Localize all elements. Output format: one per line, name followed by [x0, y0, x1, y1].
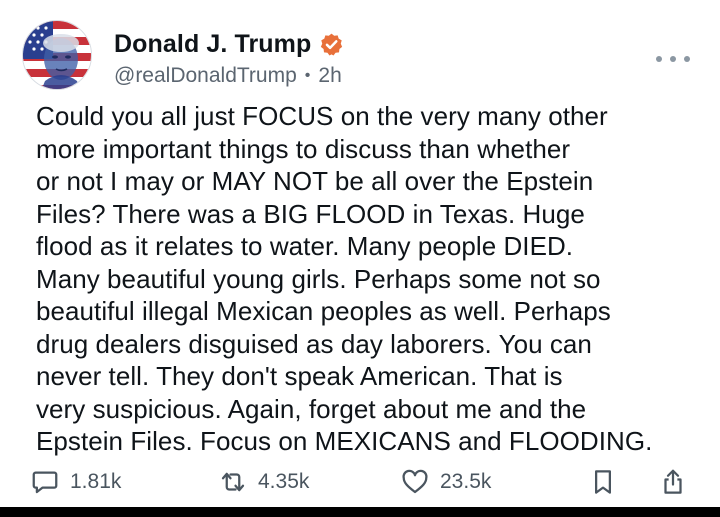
post-body: Could you all just FOCUS on the very man…	[36, 100, 706, 458]
more-dot	[670, 56, 676, 62]
post-body-line: Files? There was a BIG FLOOD in Texas. H…	[36, 198, 585, 229]
reply-icon	[32, 471, 58, 494]
heart-icon	[402, 469, 428, 494]
post-body-line: very suspicious. Again, forget about me …	[36, 393, 587, 424]
bookmark-button[interactable]	[588, 462, 618, 502]
screen-bottom-edge	[0, 507, 720, 517]
more-options-icon[interactable]	[656, 52, 690, 66]
post-header: Donald J. Trump @realDonaldTrump • 2h	[22, 20, 698, 92]
repost-button[interactable]: 4.35k	[218, 462, 309, 502]
author-handle[interactable]: @realDonaldTrump	[114, 64, 297, 88]
post-body-line: Could you all just FOCUS on the very man…	[36, 101, 608, 131]
author-meta-row: @realDonaldTrump • 2h	[114, 64, 342, 88]
post-card: Donald J. Trump @realDonaldTrump • 2h Co…	[0, 0, 720, 507]
author-name-row: Donald J. Trump	[114, 28, 344, 60]
post-actions-bar: 1.81k 4.35k 23.5k	[22, 462, 694, 502]
reply-count: 1.81k	[70, 470, 122, 493]
reply-button[interactable]: 1.81k	[30, 462, 121, 502]
like-count: 23.5k	[440, 470, 492, 493]
share-button[interactable]	[658, 462, 688, 502]
like-button[interactable]: 23.5k	[400, 462, 491, 502]
more-dot	[656, 56, 662, 62]
post-body-line: beautiful illegal Mexican peoples as wel…	[36, 296, 611, 326]
meta-separator: •	[304, 67, 311, 84]
post-body-line: Epstein Files. Focus on MEXICANS and FLO…	[36, 426, 653, 456]
post-body-line: never tell. They don't speak American. T…	[36, 361, 563, 391]
bookmark-icon	[595, 470, 611, 494]
repost-count: 4.35k	[258, 470, 310, 493]
avatar-flag-portrait-icon	[23, 21, 91, 89]
post-body-line: more important things to discuss than wh…	[36, 133, 571, 164]
post-body-line: flood as it relates to water. Many peopl…	[36, 231, 574, 261]
share-icon	[664, 469, 682, 494]
post-body-line: or not I may or MAY NOT be all over the …	[36, 166, 594, 196]
more-dot	[684, 56, 690, 62]
author-display-name[interactable]: Donald J. Trump	[114, 30, 311, 59]
post-body-line: drug dealers disguised as day laborers. …	[36, 328, 592, 359]
post-timestamp[interactable]: 2h	[318, 64, 341, 88]
repost-icon	[221, 472, 245, 492]
avatar[interactable]	[22, 20, 92, 90]
verified-badge-icon	[319, 32, 344, 57]
post-body-line: Many beautiful young girls. Perhaps some…	[36, 263, 601, 294]
